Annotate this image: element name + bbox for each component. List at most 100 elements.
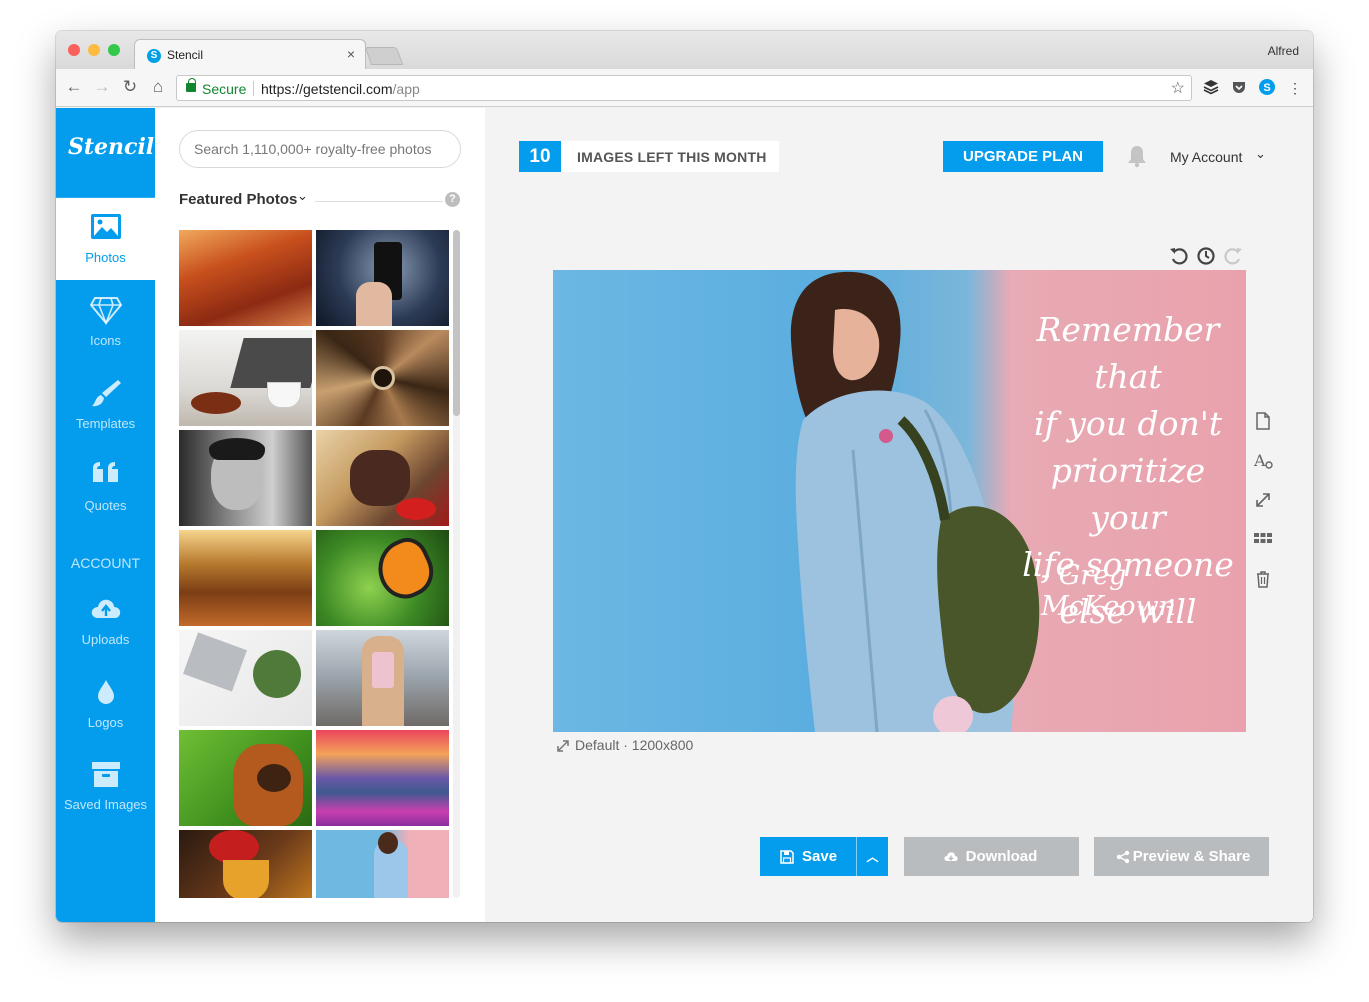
grid-icon[interactable] [1253,529,1273,549]
profile-name[interactable]: Alfred [1268,44,1299,58]
resize-icon[interactable] [556,739,570,753]
butterfly-wing-shape [368,531,442,607]
stencil-extension-icon[interactable]: S [1258,79,1276,97]
photo-thumbnail-spiral-stairs[interactable] [316,330,449,426]
quote-author[interactable]: - Greg McKeown [1041,560,1246,622]
laptop-shape [230,338,312,388]
upgrade-plan-button[interactable]: UPGRADE PLAN [943,141,1103,172]
download-button[interactable]: Download [904,837,1079,876]
photo-search-input[interactable] [179,130,461,168]
hand-shape [356,282,392,326]
account-heading: ACCOUNT [70,555,141,571]
browser-tab[interactable]: S Stencil × [134,39,366,70]
chevron-up-icon: ︿ [866,850,879,864]
svg-text:A: A [1253,451,1266,470]
save-button[interactable]: Save [760,837,856,876]
photo-thumbnail-woman-flowers[interactable] [316,430,449,526]
keyboard-shape [183,632,247,692]
brush-icon [92,380,121,407]
share-icon [1116,850,1130,864]
save-label: Save [802,848,838,865]
sidebar-item-photos[interactable]: Photos [56,198,155,280]
forward-arrow-icon[interactable]: → [92,77,112,97]
photos-panel: Featured Photos ⌄ ? [155,108,485,922]
sidebar-item-label: Uploads [81,632,130,647]
lock-icon [186,78,196,92]
buffer-extension-icon[interactable] [1202,79,1220,97]
url-text: https://getstencil.com/app [261,81,420,97]
page-icon[interactable] [1253,411,1273,431]
address-separator [253,81,254,96]
history-clock-icon[interactable] [1196,246,1216,266]
sidebar-item-icons[interactable]: Icons [56,281,155,363]
divider [315,201,443,202]
help-icon[interactable]: ? [445,192,460,207]
cloud-upload-icon [91,599,121,618]
sidebar-item-uploads[interactable]: Uploads [56,580,155,662]
trash-icon[interactable] [1253,569,1273,589]
maximize-window-button[interactable] [108,44,120,56]
my-account-menu[interactable]: My Account [1170,149,1242,165]
pocket-extension-icon[interactable] [1230,79,1248,97]
chevron-down-icon[interactable]: ⌄ [1255,146,1266,162]
plant-shape [253,650,301,698]
sidebar-item-templates[interactable]: Templates [56,364,155,446]
photo-thumbnail-orangutan[interactable] [179,730,312,826]
home-icon[interactable]: ⌂ [148,77,168,97]
quote-line: prioritize your [1050,451,1206,537]
photo-thumbnail-red-flowers-vase[interactable] [179,830,312,898]
photo-grid-scrollbar-thumb[interactable] [453,230,460,416]
photo-thumbnail-mountain-flowers[interactable] [316,730,449,826]
minimize-window-button[interactable] [88,44,100,56]
photo-thumbnail-autumn-road[interactable] [179,230,312,326]
new-tab-button[interactable] [364,47,404,65]
photo-thumbnail-smiling-man[interactable] [179,430,312,526]
flowers-shape [396,498,436,520]
photo-thumbnail-autumn-leaves[interactable] [179,530,312,626]
cup-shape [267,382,301,408]
design-canvas[interactable]: Remember that if you don't prioritize yo… [553,270,1246,732]
browser-window: S Stencil × Alfred ← → ↻ ⌂ Secure https:… [56,31,1313,922]
photo-thumbnail-woman-jacket[interactable] [316,830,449,898]
preview-share-button[interactable]: Preview & Share [1094,837,1269,876]
archive-icon [92,762,120,787]
logo-area: Stencil [56,108,155,198]
close-window-button[interactable] [68,44,80,56]
photo-thumbnail-laptop-coffee[interactable] [179,330,312,426]
photo-thumbnail-phone-selfie[interactable] [316,630,449,726]
redo-icon[interactable] [1223,246,1243,266]
expand-icon[interactable] [1253,490,1273,510]
tab-close-icon[interactable]: × [347,46,355,62]
chevron-down-icon[interactable]: ⌄ [297,188,308,204]
phone-shape [372,652,394,688]
sidebar-item-logos[interactable]: Logos [56,663,155,745]
food-shape [191,392,241,414]
stencil-favicon-icon: S [147,49,161,63]
undo-icon[interactable] [1169,246,1189,266]
quote-icon [93,462,118,482]
save-options-button[interactable]: ︿ [856,837,888,876]
editor-area: 10 IMAGES LEFT THIS MONTH UPGRADE PLAN M… [485,108,1313,922]
photo-thumbnail-laptop-desk[interactable] [179,630,312,726]
tab-title: Stencil [167,48,204,62]
url-base: https://getstencil.com [261,81,393,97]
sidebar-item-quotes[interactable]: Quotes [56,446,155,528]
floppy-disk-icon [780,850,794,864]
sidebar-item-saved-images[interactable]: Saved Images [56,745,155,827]
back-arrow-icon[interactable]: ← [64,77,84,97]
photo-thumbnail-butterfly[interactable] [316,530,449,626]
featured-photos-dropdown[interactable]: Featured Photos [179,191,297,208]
hair-shape [209,438,265,460]
bell-icon[interactable] [1125,144,1149,168]
reload-icon[interactable]: ↻ [120,77,140,97]
text-style-icon[interactable]: A [1253,451,1273,471]
secure-label: Secure [202,81,247,97]
address-bar[interactable]: Secure https://getstencil.com/app ☆ [176,75,1192,101]
canvas-size-label[interactable]: Default · 1200x800 [575,737,693,753]
preview-share-label: Preview & Share [1132,848,1251,865]
browser-menu-icon[interactable]: ⋮ [1286,79,1304,97]
photo-thumbnail-phone-hand[interactable] [316,230,449,326]
hair-shape [378,832,398,854]
bookmark-star-icon[interactable]: ☆ [1171,78,1185,98]
stencil-logo[interactable]: Stencil [68,134,154,160]
